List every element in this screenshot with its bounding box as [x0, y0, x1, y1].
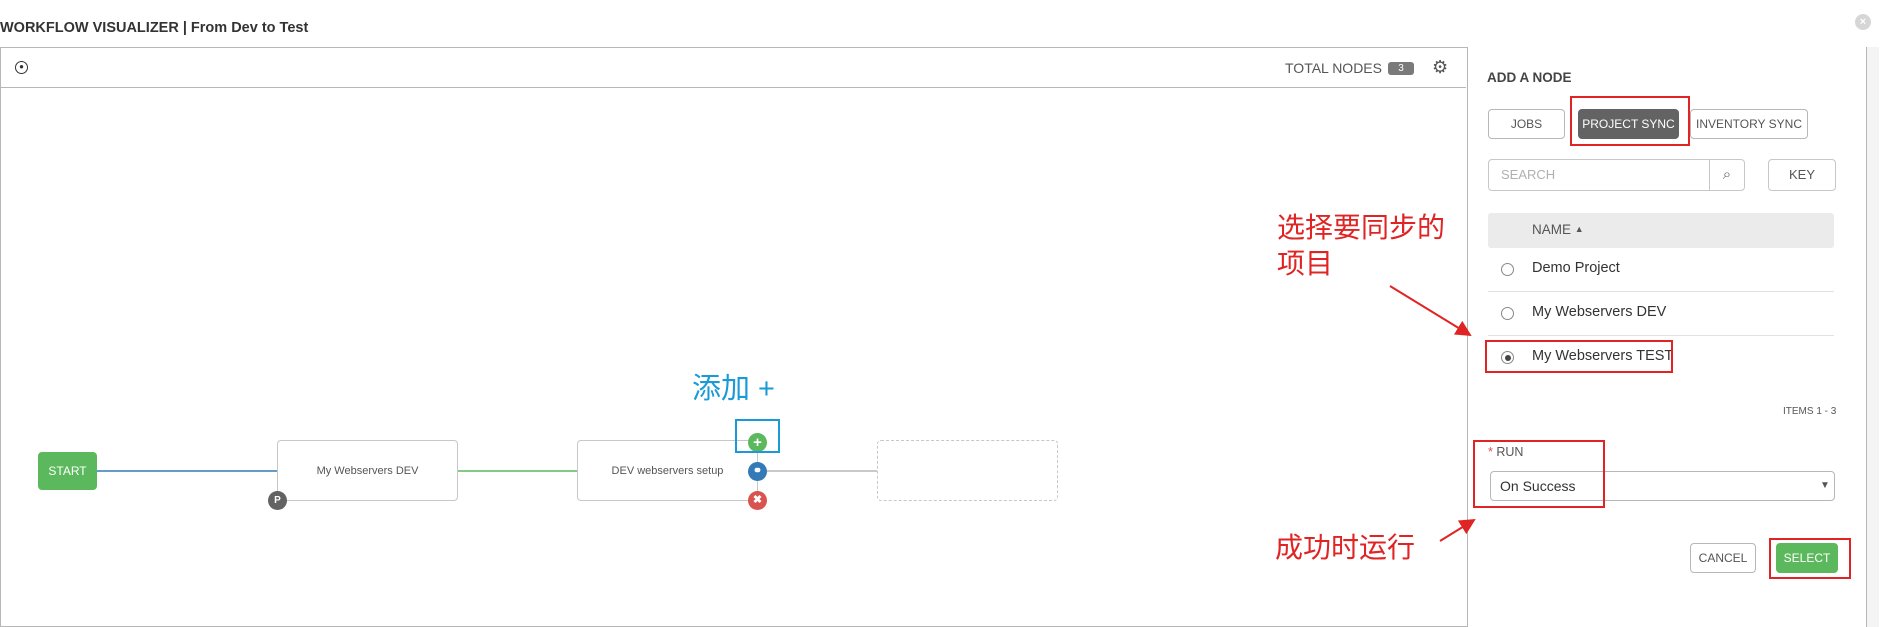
row-name: My Webservers DEV	[1532, 304, 1667, 320]
tab-jobs[interactable]: JOBS	[1488, 109, 1565, 139]
panel-title: ADD A NODE	[1487, 70, 1572, 85]
radio-button[interactable]	[1501, 307, 1514, 320]
arrow-to-run	[1439, 518, 1476, 542]
tab-inventory-sync[interactable]: INVENTORY SYNC	[1690, 109, 1808, 139]
search-icon[interactable]: ⌕	[1709, 159, 1745, 191]
arrow-to-project	[1389, 285, 1472, 337]
highlight-project-sync	[1570, 96, 1690, 146]
key-button[interactable]: KEY	[1768, 159, 1836, 191]
sort-icon[interactable]: ▲	[1575, 224, 1584, 234]
highlight-selected-row	[1485, 340, 1673, 373]
row-name: Demo Project	[1532, 260, 1620, 276]
radio-button[interactable]	[1501, 263, 1514, 276]
table-row[interactable]: My Webservers DEV	[1488, 292, 1834, 336]
chevron-down-icon[interactable]: ▼	[1820, 480, 1830, 491]
cancel-button[interactable]: CANCEL	[1690, 543, 1756, 573]
highlight-run	[1473, 440, 1605, 508]
table-row[interactable]: Demo Project	[1488, 248, 1834, 292]
search-input[interactable]: SEARCH	[1488, 159, 1710, 191]
highlight-select	[1769, 538, 1851, 579]
column-name-label: NAME	[1532, 222, 1572, 237]
column-header-name[interactable]: NAME ▲	[1532, 222, 1584, 237]
items-count: ITEMS 1 - 3	[1783, 406, 1837, 417]
